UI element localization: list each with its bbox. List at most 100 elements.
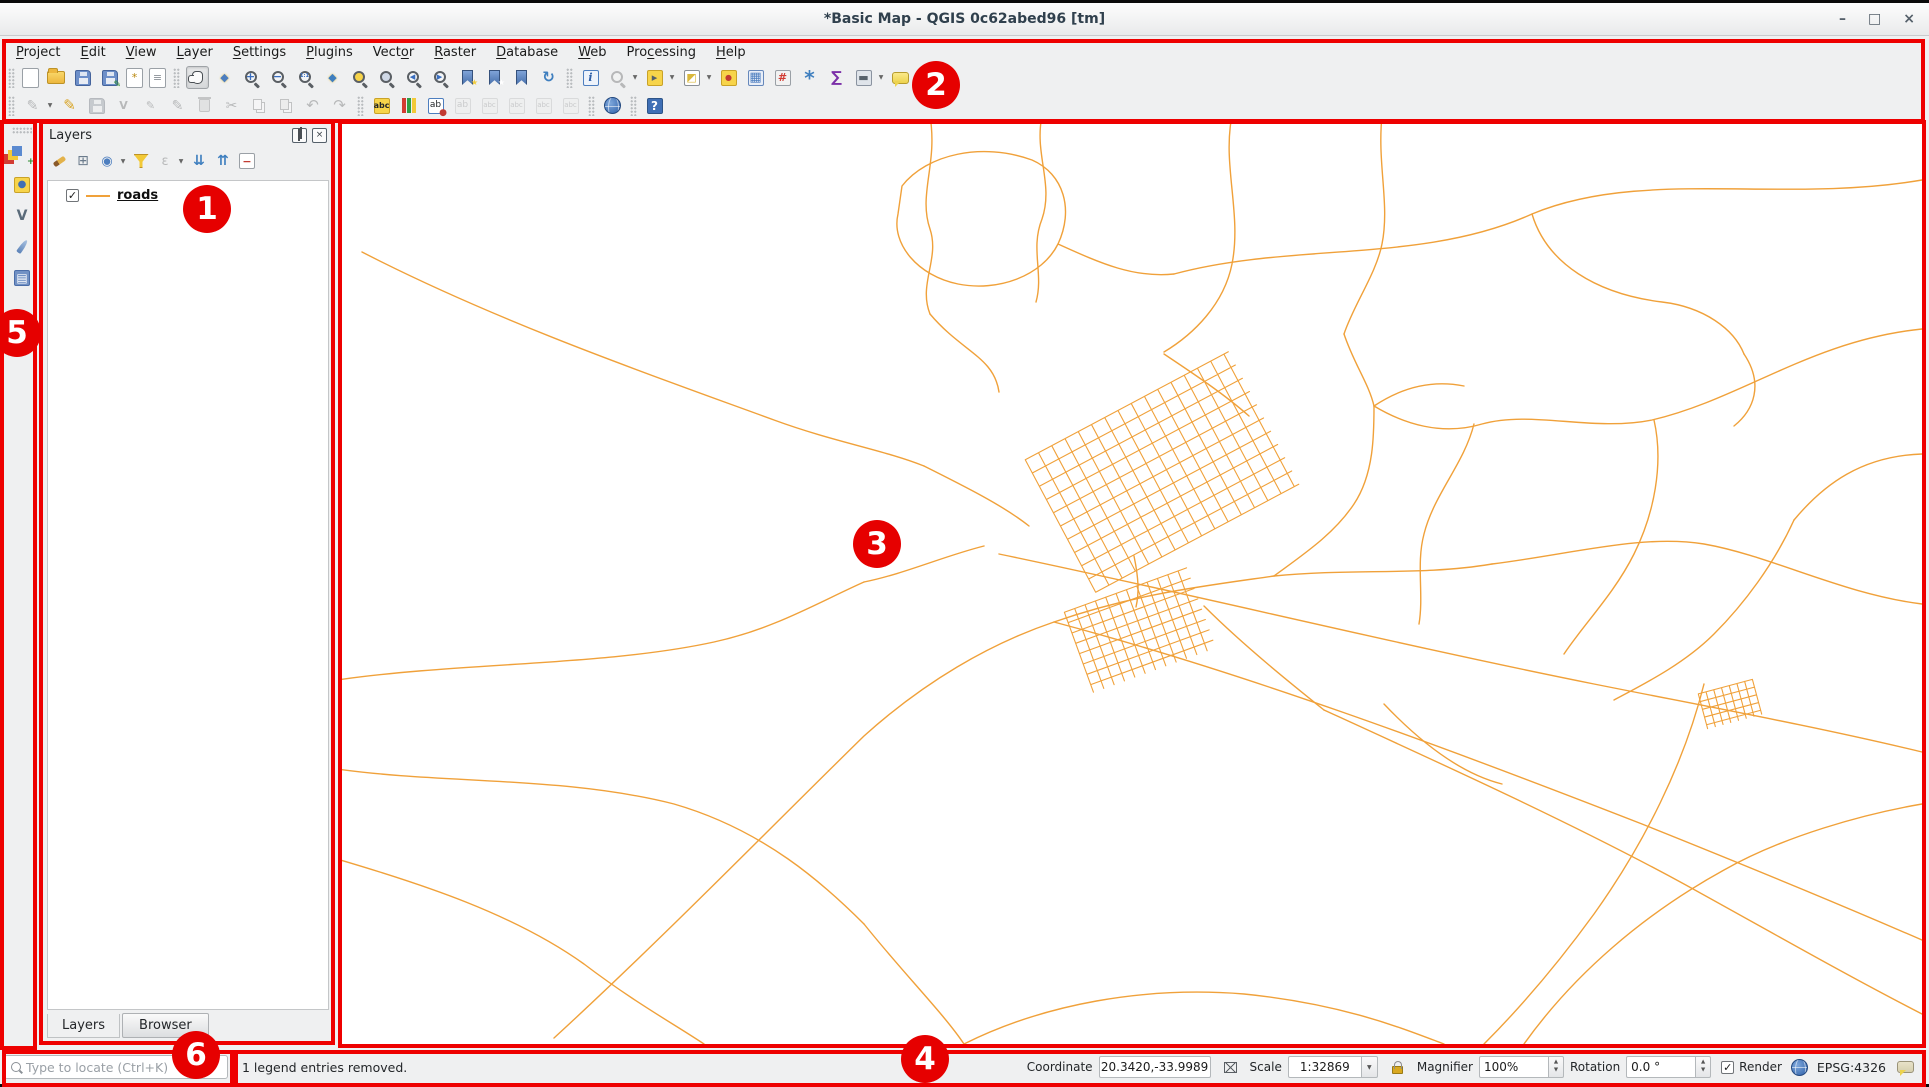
toolbar-grip[interactable] [173, 68, 180, 88]
select-features-dropdown-icon[interactable]: ▼ [668, 66, 676, 89]
dock-tab-browser[interactable]: Browser [122, 1013, 209, 1038]
map-tips-icon[interactable] [889, 66, 912, 89]
menu-vector[interactable]: Vector [363, 43, 424, 62]
field-calculator-icon[interactable]: # [771, 66, 794, 89]
measure-line-icon[interactable]: ▬ [852, 66, 875, 89]
menu-layer[interactable]: Layer [167, 43, 223, 62]
layer-label-toolbar-icon[interactable]: ab● [424, 94, 447, 117]
layer-diagram-options-icon[interactable] [397, 94, 420, 117]
pan-to-selection-icon[interactable]: ◆ [213, 66, 236, 89]
new-bookmark-icon[interactable]: ★ [456, 66, 479, 89]
lock-scale-icon[interactable] [1386, 1056, 1409, 1079]
collapse-all-icon[interactable]: ⇈ [212, 150, 234, 172]
layer-name[interactable]: roads [117, 188, 158, 203]
bookmark-icon[interactable] [510, 66, 533, 89]
new-from-template-icon[interactable]: * [126, 68, 143, 88]
menu-settings[interactable]: Settings [223, 43, 296, 62]
messages-log-icon[interactable] [1894, 1056, 1917, 1079]
menu-edit[interactable]: Edit [71, 43, 116, 62]
zoom-in-icon[interactable]: + [240, 66, 263, 89]
toolbar-grip[interactable] [588, 96, 595, 116]
maximize-button[interactable]: □ [1868, 12, 1881, 26]
scale-combo[interactable]: 1:32869 ▼ [1288, 1056, 1378, 1078]
menu-plugins[interactable]: Plugins [296, 43, 363, 62]
rotation-spin-icons[interactable]: ▲▼ [1696, 1056, 1711, 1078]
close-panel-icon[interactable]: × [312, 128, 327, 143]
menu-web[interactable]: Web [568, 43, 616, 62]
menu-help[interactable]: Help [706, 43, 756, 62]
map-canvas[interactable] [342, 124, 1923, 1044]
layer-labeling-options-icon[interactable]: abc [370, 94, 393, 117]
add-group-icon[interactable]: ⊞ [72, 150, 94, 172]
locate-search-input[interactable]: Type to locate (Ctrl+K) [4, 1055, 228, 1079]
help-contents-icon[interactable]: ? [643, 94, 666, 117]
expand-all-icon[interactable]: ⇊ [188, 150, 210, 172]
open-attribute-table-icon[interactable]: ▦ [744, 66, 767, 89]
select-features-icon[interactable]: ▸ [643, 66, 666, 89]
zoom-last-icon[interactable]: ◂ [402, 66, 425, 89]
select-by-value-icon[interactable]: ● [717, 66, 740, 89]
statistical-summary-icon[interactable]: ∑ [825, 66, 848, 89]
toolbar-grip[interactable] [357, 96, 364, 116]
new-shapefile-layer-icon[interactable]: V [10, 203, 35, 228]
identify-features-icon[interactable]: i [579, 66, 602, 89]
pan-map-icon[interactable] [186, 66, 209, 89]
toolbar-grip[interactable] [8, 96, 15, 116]
show-bookmarks-icon[interactable]: ★ [483, 66, 506, 89]
zoom-native-icon[interactable]: 1:1 [294, 66, 317, 89]
zoom-full-icon[interactable]: ◆ [321, 66, 344, 89]
data-source-manager-icon[interactable]: + [10, 141, 35, 166]
filter-by-expression-dropdown-icon[interactable]: ▼ [177, 150, 185, 173]
zoom-to-selection-icon[interactable] [348, 66, 371, 89]
toolbar-grip[interactable] [566, 68, 573, 88]
menu-view[interactable]: View [116, 43, 167, 62]
toolbar-grip[interactable] [12, 127, 32, 134]
rotation-spinbox[interactable]: 0.0 ° ▲▼ [1626, 1056, 1711, 1078]
zoom-next-icon[interactable]: ▸ [429, 66, 452, 89]
save-project-as-icon[interactable]: ✎ [98, 66, 121, 89]
magnifier-spin-icons[interactable]: ▲▼ [1549, 1056, 1564, 1078]
refresh-icon[interactable]: ↻ [537, 66, 560, 89]
crs-status[interactable]: EPSG:4326 [1817, 1060, 1886, 1075]
add-vector-layer-icon[interactable]: ● [10, 172, 35, 197]
text-annotation-icon[interactable]: T [916, 66, 939, 89]
open-layer-styling-panel-icon[interactable] [48, 150, 70, 172]
new-virtual-layer-icon[interactable]: ▤ [10, 265, 35, 290]
new-project-icon[interactable] [22, 68, 39, 88]
menu-project[interactable]: Project [6, 43, 71, 62]
menu-database[interactable]: Database [486, 43, 568, 62]
extents-toggle-icon[interactable] [1219, 1056, 1242, 1079]
save-project-icon[interactable] [71, 66, 94, 89]
minimize-button[interactable]: – [1839, 12, 1846, 26]
render-toggle[interactable]: ✓ Render [1721, 1060, 1782, 1074]
project-properties-icon[interactable]: ≡ [149, 68, 166, 88]
undock-panel-icon[interactable] [292, 128, 307, 143]
dock-tab-layers[interactable]: Layers [47, 1014, 120, 1038]
scale-dropdown-icon[interactable]: ▼ [1362, 1056, 1378, 1078]
zoom-to-selected-dropdown-icon[interactable]: ▼ [631, 66, 639, 89]
new-geopackage-layer-icon[interactable] [10, 234, 35, 259]
remove-layer-group-icon[interactable]: − [236, 150, 258, 172]
manage-map-themes-icon[interactable]: ◉ [96, 150, 118, 172]
deselect-features-icon[interactable]: ◩ [680, 66, 703, 89]
measure-line-dropdown-icon[interactable]: ▼ [877, 66, 885, 89]
render-checkbox[interactable]: ✓ [1721, 1061, 1734, 1074]
toggle-editing-icon[interactable]: ✎ [58, 94, 81, 117]
processing-toolbox-icon[interactable]: * [798, 66, 821, 89]
toolbar-grip[interactable] [630, 96, 637, 116]
filter-legend-icon[interactable] [130, 150, 152, 172]
zoom-to-layer-icon[interactable] [375, 66, 398, 89]
menu-raster[interactable]: Raster [424, 43, 486, 62]
metasearch-icon[interactable] [601, 94, 624, 117]
coordinate-input[interactable]: 20.3420,-33.9989 [1099, 1056, 1211, 1078]
toolbar-grip[interactable] [8, 68, 15, 88]
open-project-icon[interactable] [44, 66, 67, 89]
close-button[interactable]: × [1903, 12, 1915, 26]
deselect-features-dropdown-icon[interactable]: ▼ [705, 66, 713, 89]
layer-item-roads[interactable]: ✓ roads [52, 186, 324, 205]
magnifier-spinbox[interactable]: 100% ▲▼ [1479, 1056, 1564, 1078]
current-edits-dropdown-icon[interactable]: ▼ [46, 94, 54, 117]
crs-globe-icon[interactable] [1790, 1058, 1809, 1077]
menu-processing[interactable]: Processing [617, 43, 706, 62]
zoom-out-icon[interactable]: − [267, 66, 290, 89]
